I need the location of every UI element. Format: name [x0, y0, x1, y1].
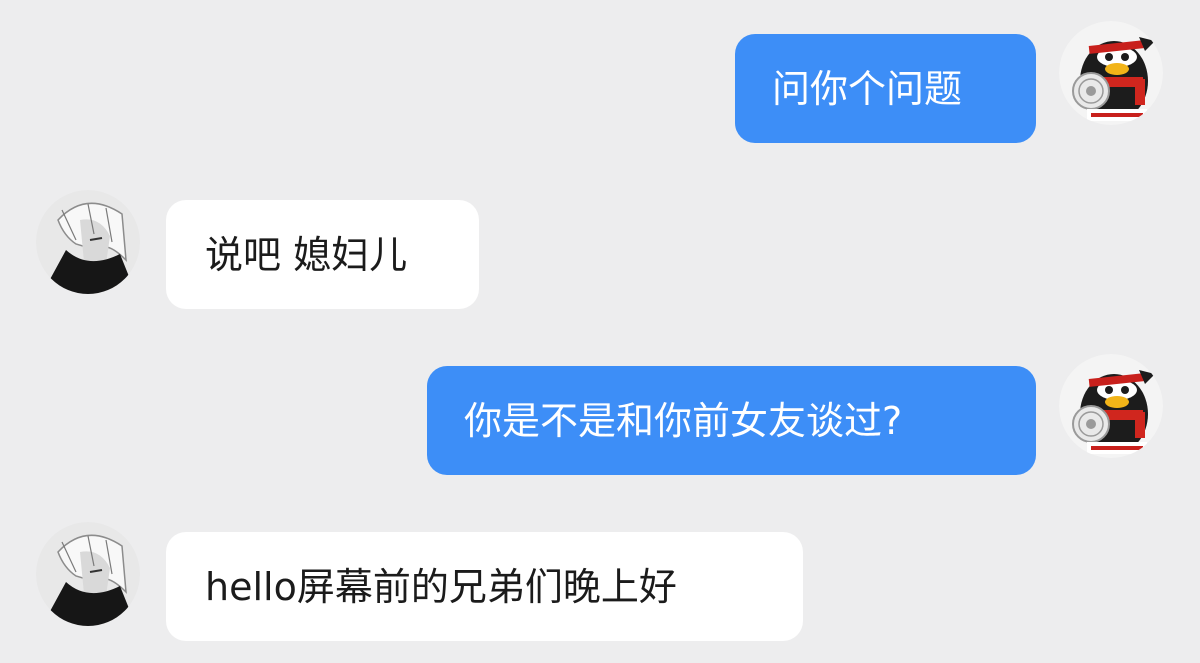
anime-portrait-icon: [36, 522, 140, 626]
qq-penguin-avatar[interactable]: [1059, 354, 1163, 458]
message-text: 问你个问题: [772, 66, 963, 111]
incoming-message-bubble[interactable]: 说吧 媳妇儿: [166, 200, 479, 309]
outgoing-message-bubble[interactable]: 你是不是和你前女友谈过?: [427, 366, 1036, 475]
anime-character-avatar[interactable]: [36, 522, 140, 626]
anime-portrait-icon: [36, 190, 140, 294]
message-text: 说吧 媳妇儿: [205, 232, 408, 277]
anime-character-avatar[interactable]: [36, 190, 140, 294]
penguin-icon: [1059, 354, 1163, 458]
message-text: hello屏幕前的兄弟们晚上好: [205, 564, 677, 609]
incoming-message-bubble[interactable]: hello屏幕前的兄弟们晚上好: [166, 532, 803, 641]
penguin-icon: [1059, 21, 1163, 125]
chat-conversation: 问你个问题 说吧 媳妇儿 你是不是和你前女友谈过? hello屏幕前的兄弟们晚上…: [0, 0, 1200, 663]
message-text: 你是不是和你前女友谈过?: [464, 398, 903, 443]
outgoing-message-bubble[interactable]: 问你个问题: [735, 34, 1036, 143]
qq-penguin-avatar[interactable]: [1059, 21, 1163, 125]
